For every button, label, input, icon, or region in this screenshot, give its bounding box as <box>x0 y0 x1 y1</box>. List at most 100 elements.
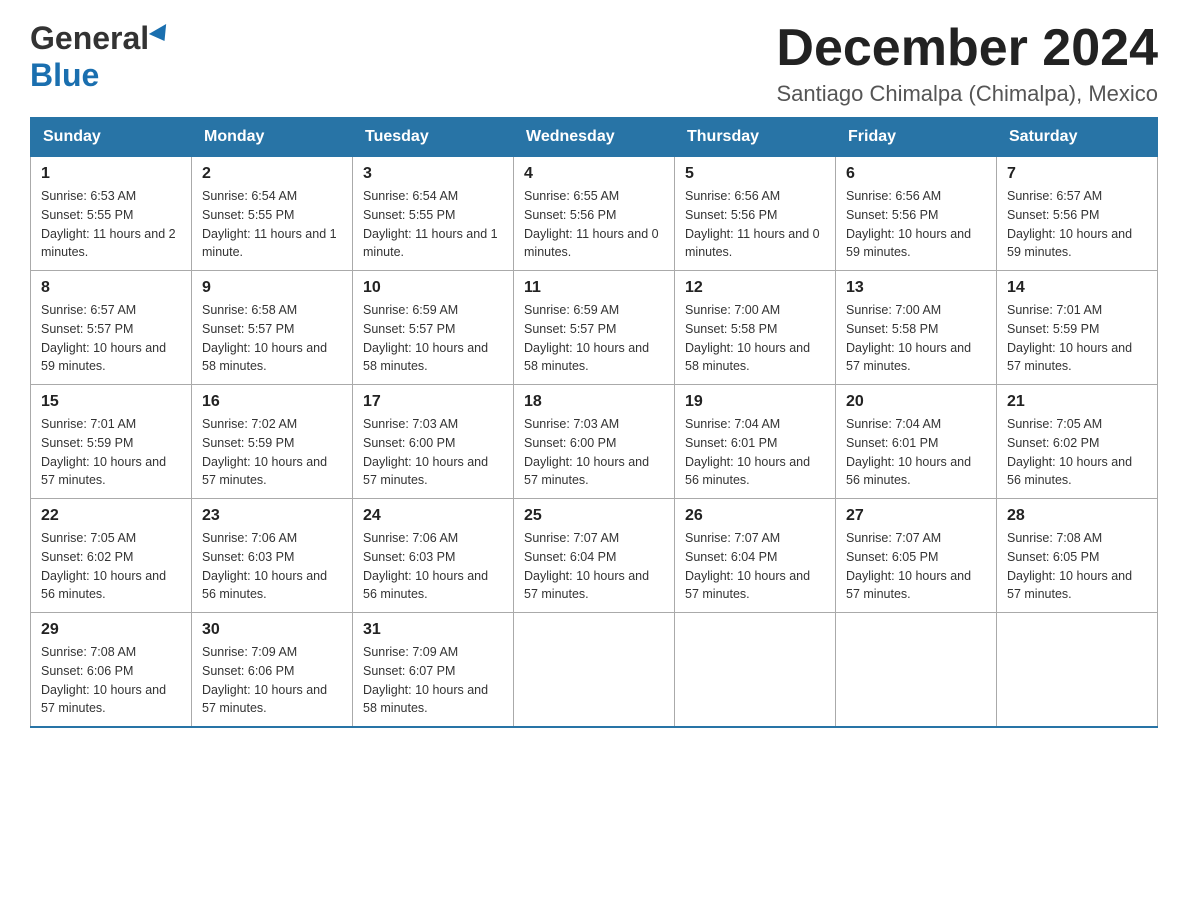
calendar-table: SundayMondayTuesdayWednesdayThursdayFrid… <box>30 117 1158 728</box>
calendar-cell: 10 Sunrise: 6:59 AMSunset: 5:57 PMDaylig… <box>353 271 514 385</box>
calendar-cell: 6 Sunrise: 6:56 AMSunset: 5:56 PMDayligh… <box>836 157 997 271</box>
day-number: 8 <box>41 279 181 297</box>
calendar-cell: 13 Sunrise: 7:00 AMSunset: 5:58 PMDaylig… <box>836 271 997 385</box>
calendar-cell <box>997 613 1158 728</box>
page-header: General Blue December 2024 Santiago Chim… <box>30 20 1158 107</box>
title-section: December 2024 Santiago Chimalpa (Chimalp… <box>776 20 1158 107</box>
logo-general-text: General <box>30 20 149 57</box>
day-number: 26 <box>685 507 825 525</box>
day-info: Sunrise: 6:56 AMSunset: 5:56 PMDaylight:… <box>846 189 971 259</box>
calendar-cell: 22 Sunrise: 7:05 AMSunset: 6:02 PMDaylig… <box>31 499 192 613</box>
month-title: December 2024 <box>776 20 1158 77</box>
day-info: Sunrise: 7:04 AMSunset: 6:01 PMDaylight:… <box>685 417 810 487</box>
day-number: 10 <box>363 279 503 297</box>
day-info: Sunrise: 7:08 AMSunset: 6:06 PMDaylight:… <box>41 645 166 715</box>
calendar-cell: 1 Sunrise: 6:53 AMSunset: 5:55 PMDayligh… <box>31 157 192 271</box>
calendar-cell <box>675 613 836 728</box>
calendar-cell <box>514 613 675 728</box>
day-info: Sunrise: 7:05 AMSunset: 6:02 PMDaylight:… <box>41 531 166 601</box>
day-number: 28 <box>1007 507 1147 525</box>
day-number: 17 <box>363 393 503 411</box>
day-info: Sunrise: 6:57 AMSunset: 5:56 PMDaylight:… <box>1007 189 1132 259</box>
day-info: Sunrise: 6:55 AMSunset: 5:56 PMDaylight:… <box>524 189 659 259</box>
calendar-cell: 19 Sunrise: 7:04 AMSunset: 6:01 PMDaylig… <box>675 385 836 499</box>
day-info: Sunrise: 6:53 AMSunset: 5:55 PMDaylight:… <box>41 189 176 259</box>
day-number: 15 <box>41 393 181 411</box>
logo-triangle-icon <box>149 23 173 45</box>
day-number: 12 <box>685 279 825 297</box>
calendar-week-row: 29 Sunrise: 7:08 AMSunset: 6:06 PMDaylig… <box>31 613 1158 728</box>
day-info: Sunrise: 7:06 AMSunset: 6:03 PMDaylight:… <box>202 531 327 601</box>
day-number: 19 <box>685 393 825 411</box>
day-number: 21 <box>1007 393 1147 411</box>
day-info: Sunrise: 7:02 AMSunset: 5:59 PMDaylight:… <box>202 417 327 487</box>
day-number: 2 <box>202 165 342 183</box>
day-number: 16 <box>202 393 342 411</box>
day-info: Sunrise: 7:03 AMSunset: 6:00 PMDaylight:… <box>363 417 488 487</box>
day-info: Sunrise: 7:09 AMSunset: 6:06 PMDaylight:… <box>202 645 327 715</box>
calendar-cell <box>836 613 997 728</box>
weekday-header-saturday: Saturday <box>997 118 1158 157</box>
calendar-cell: 8 Sunrise: 6:57 AMSunset: 5:57 PMDayligh… <box>31 271 192 385</box>
weekday-header-friday: Friday <box>836 118 997 157</box>
day-info: Sunrise: 7:07 AMSunset: 6:05 PMDaylight:… <box>846 531 971 601</box>
day-info: Sunrise: 7:01 AMSunset: 5:59 PMDaylight:… <box>41 417 166 487</box>
logo: General Blue <box>30 20 171 94</box>
calendar-cell: 2 Sunrise: 6:54 AMSunset: 5:55 PMDayligh… <box>192 157 353 271</box>
day-number: 3 <box>363 165 503 183</box>
day-info: Sunrise: 7:09 AMSunset: 6:07 PMDaylight:… <box>363 645 488 715</box>
calendar-cell: 12 Sunrise: 7:00 AMSunset: 5:58 PMDaylig… <box>675 271 836 385</box>
calendar-week-row: 1 Sunrise: 6:53 AMSunset: 5:55 PMDayligh… <box>31 157 1158 271</box>
calendar-cell: 16 Sunrise: 7:02 AMSunset: 5:59 PMDaylig… <box>192 385 353 499</box>
day-info: Sunrise: 6:57 AMSunset: 5:57 PMDaylight:… <box>41 303 166 373</box>
calendar-cell: 3 Sunrise: 6:54 AMSunset: 5:55 PMDayligh… <box>353 157 514 271</box>
day-info: Sunrise: 7:00 AMSunset: 5:58 PMDaylight:… <box>846 303 971 373</box>
calendar-cell: 17 Sunrise: 7:03 AMSunset: 6:00 PMDaylig… <box>353 385 514 499</box>
day-number: 22 <box>41 507 181 525</box>
weekday-header-sunday: Sunday <box>31 118 192 157</box>
day-number: 6 <box>846 165 986 183</box>
calendar-cell: 4 Sunrise: 6:55 AMSunset: 5:56 PMDayligh… <box>514 157 675 271</box>
calendar-cell: 18 Sunrise: 7:03 AMSunset: 6:00 PMDaylig… <box>514 385 675 499</box>
calendar-cell: 29 Sunrise: 7:08 AMSunset: 6:06 PMDaylig… <box>31 613 192 728</box>
calendar-cell: 31 Sunrise: 7:09 AMSunset: 6:07 PMDaylig… <box>353 613 514 728</box>
day-info: Sunrise: 7:07 AMSunset: 6:04 PMDaylight:… <box>524 531 649 601</box>
day-number: 11 <box>524 279 664 297</box>
day-info: Sunrise: 7:00 AMSunset: 5:58 PMDaylight:… <box>685 303 810 373</box>
day-number: 24 <box>363 507 503 525</box>
day-info: Sunrise: 6:59 AMSunset: 5:57 PMDaylight:… <box>363 303 488 373</box>
calendar-cell: 23 Sunrise: 7:06 AMSunset: 6:03 PMDaylig… <box>192 499 353 613</box>
day-number: 30 <box>202 621 342 639</box>
weekday-header-tuesday: Tuesday <box>353 118 514 157</box>
calendar-cell: 21 Sunrise: 7:05 AMSunset: 6:02 PMDaylig… <box>997 385 1158 499</box>
calendar-cell: 20 Sunrise: 7:04 AMSunset: 6:01 PMDaylig… <box>836 385 997 499</box>
day-number: 20 <box>846 393 986 411</box>
calendar-cell: 24 Sunrise: 7:06 AMSunset: 6:03 PMDaylig… <box>353 499 514 613</box>
weekday-header-row: SundayMondayTuesdayWednesdayThursdayFrid… <box>31 118 1158 157</box>
day-info: Sunrise: 7:07 AMSunset: 6:04 PMDaylight:… <box>685 531 810 601</box>
calendar-cell: 26 Sunrise: 7:07 AMSunset: 6:04 PMDaylig… <box>675 499 836 613</box>
day-number: 9 <box>202 279 342 297</box>
calendar-cell: 14 Sunrise: 7:01 AMSunset: 5:59 PMDaylig… <box>997 271 1158 385</box>
day-number: 4 <box>524 165 664 183</box>
day-info: Sunrise: 7:06 AMSunset: 6:03 PMDaylight:… <box>363 531 488 601</box>
day-number: 23 <box>202 507 342 525</box>
day-info: Sunrise: 6:58 AMSunset: 5:57 PMDaylight:… <box>202 303 327 373</box>
day-info: Sunrise: 7:05 AMSunset: 6:02 PMDaylight:… <box>1007 417 1132 487</box>
day-number: 29 <box>41 621 181 639</box>
weekday-header-wednesday: Wednesday <box>514 118 675 157</box>
weekday-header-monday: Monday <box>192 118 353 157</box>
day-number: 25 <box>524 507 664 525</box>
location-subtitle: Santiago Chimalpa (Chimalpa), Mexico <box>776 81 1158 107</box>
day-info: Sunrise: 7:01 AMSunset: 5:59 PMDaylight:… <box>1007 303 1132 373</box>
day-number: 7 <box>1007 165 1147 183</box>
calendar-cell: 30 Sunrise: 7:09 AMSunset: 6:06 PMDaylig… <box>192 613 353 728</box>
day-info: Sunrise: 7:04 AMSunset: 6:01 PMDaylight:… <box>846 417 971 487</box>
day-info: Sunrise: 6:54 AMSunset: 5:55 PMDaylight:… <box>363 189 498 259</box>
day-info: Sunrise: 6:59 AMSunset: 5:57 PMDaylight:… <box>524 303 649 373</box>
day-number: 5 <box>685 165 825 183</box>
calendar-cell: 27 Sunrise: 7:07 AMSunset: 6:05 PMDaylig… <box>836 499 997 613</box>
calendar-cell: 25 Sunrise: 7:07 AMSunset: 6:04 PMDaylig… <box>514 499 675 613</box>
day-number: 31 <box>363 621 503 639</box>
calendar-cell: 5 Sunrise: 6:56 AMSunset: 5:56 PMDayligh… <box>675 157 836 271</box>
